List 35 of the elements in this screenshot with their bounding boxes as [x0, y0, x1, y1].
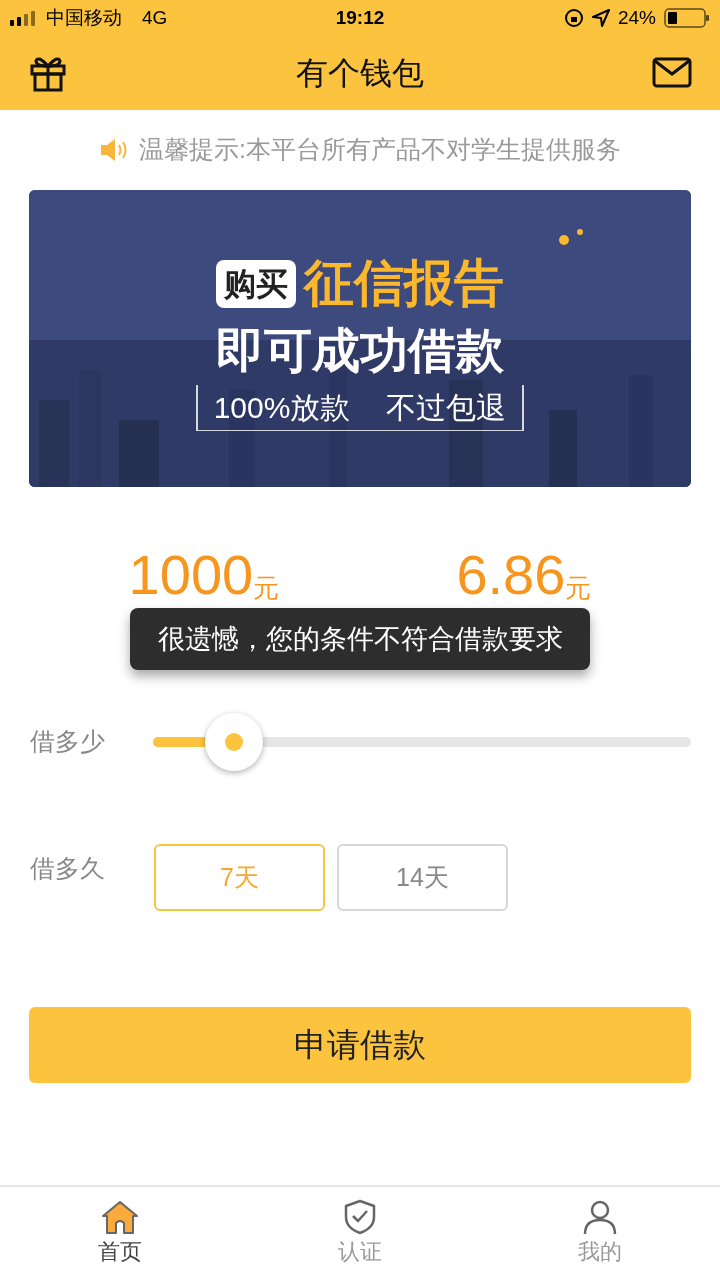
home-icon — [100, 1199, 140, 1235]
slider-label: 借多少 — [30, 726, 106, 758]
status-time: 19:12 — [335, 5, 385, 30]
location-arrow-icon — [592, 9, 610, 27]
battery-percent: 24% — [618, 5, 656, 30]
shield-check-icon — [344, 1199, 376, 1235]
tab-item[interactable]: 认证 — [240, 1187, 480, 1280]
amount-unit: 元 — [253, 575, 280, 601]
toast-message: 很遗憾，您的条件不符合借款要求 — [130, 608, 590, 670]
duration-option[interactable]: 7天 — [154, 844, 325, 911]
banner-subline: 即可成功借款 — [216, 323, 504, 379]
banner-headline: 征信报告 — [304, 254, 504, 313]
signal-icon — [10, 10, 38, 26]
duration-label: 借多久 — [30, 853, 106, 884]
battery-icon — [664, 8, 710, 28]
duration-option[interactable]: 14天 — [337, 844, 508, 911]
banner-slogan: 不过包退 — [386, 390, 507, 426]
apply-button[interactable]: 申请借款 — [29, 1007, 691, 1083]
banner-tag: 购买 — [216, 259, 296, 308]
tab-item[interactable]: 首页 — [0, 1187, 240, 1280]
amount-slider[interactable] — [153, 712, 691, 772]
amount-unit: 元 — [565, 575, 592, 601]
network-type: 4G — [142, 5, 168, 30]
mail-icon[interactable] — [652, 57, 692, 89]
carrier-name: 中国移动 — [46, 5, 122, 30]
slider-thumb[interactable] — [204, 713, 263, 771]
banner-slogan: 100%放款 — [213, 390, 351, 426]
rotation-lock-icon — [564, 8, 584, 28]
promo-banner[interactable]: 购买 征信报告 即可成功借款 100%放款 不过包退 — [29, 190, 691, 487]
user-icon — [582, 1199, 618, 1235]
amount-value: 1000 — [128, 547, 254, 603]
notice-text: 温馨提示:本平台所有产品不对学生提供服务 — [139, 134, 621, 166]
amount-value: 6.86 — [456, 547, 566, 603]
tab-item[interactable]: 我的 — [480, 1187, 720, 1280]
header-title: 有个钱包 — [296, 54, 424, 93]
